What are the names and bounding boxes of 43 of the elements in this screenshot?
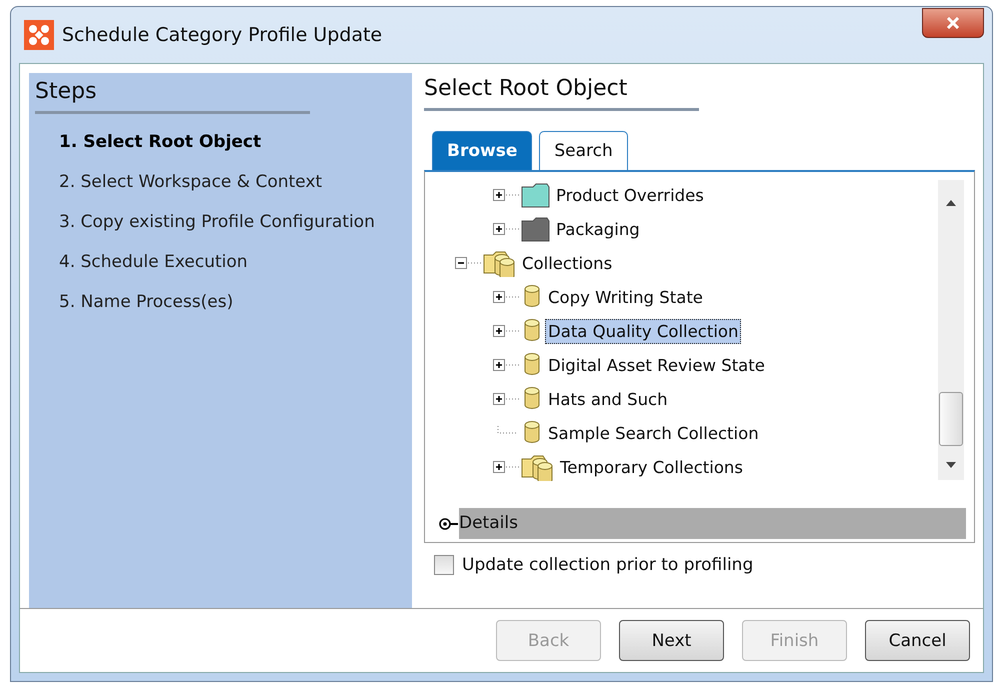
window-title: Schedule Category Profile Update [62,24,382,46]
scroll-thumb[interactable] [939,392,963,446]
scroll-down-icon[interactable] [946,462,956,468]
scroll-up-icon[interactable] [946,200,956,206]
expand-icon[interactable] [493,324,519,338]
expand-icon[interactable] [493,392,519,406]
app-icon [24,20,54,50]
expander-icon[interactable] [439,516,459,530]
checkbox-label: Update collection prior to profiling [462,555,754,575]
folder-database-icon [483,249,517,277]
expand-icon[interactable] [493,460,519,474]
close-button[interactable] [922,8,984,38]
step-item: 2. Select Workspace & Context [59,171,322,194]
expand-icon[interactable] [493,188,519,202]
expand-icon[interactable] [493,358,519,372]
tree-item[interactable]: Packaging [553,216,643,242]
steps-heading: Steps [35,79,310,114]
step-item: 1. Select Root Object [59,131,262,154]
dialog-button[interactable]: Next [619,620,724,661]
step-item: 5. Name Process(es) [59,291,234,314]
dialog-button[interactable]: Cancel [865,620,970,661]
tree-item[interactable]: Digital Asset Review State [545,352,768,378]
tree-item[interactable]: Product Overrides [553,182,707,208]
tab[interactable]: Browse [432,131,532,170]
expand-icon[interactable] [493,290,519,304]
scrollbar[interactable] [938,180,964,480]
collapse-icon[interactable] [455,256,481,270]
close-icon [946,17,960,29]
tree-item[interactable]: Hats and Such [545,386,671,412]
tree-item[interactable]: Sample Search Collection [545,420,762,446]
details-bar[interactable]: Details [459,508,966,539]
expand-icon[interactable] [493,222,519,236]
tab[interactable]: Search [539,131,628,170]
folder-database-icon [521,453,555,481]
checkbox[interactable] [434,555,454,575]
tree-item[interactable]: Copy Writing State [545,284,706,310]
tree-item[interactable]: Collections [519,250,616,276]
tree-item[interactable]: Data Quality Collection [545,318,742,344]
tree-item[interactable]: Temporary Collections [557,454,746,480]
tree-connector [497,426,517,434]
step-item: 3. Copy existing Profile Configuration [59,211,375,234]
step-item: 4. Schedule Execution [59,251,248,274]
page-title: Select Root Object [424,76,699,111]
